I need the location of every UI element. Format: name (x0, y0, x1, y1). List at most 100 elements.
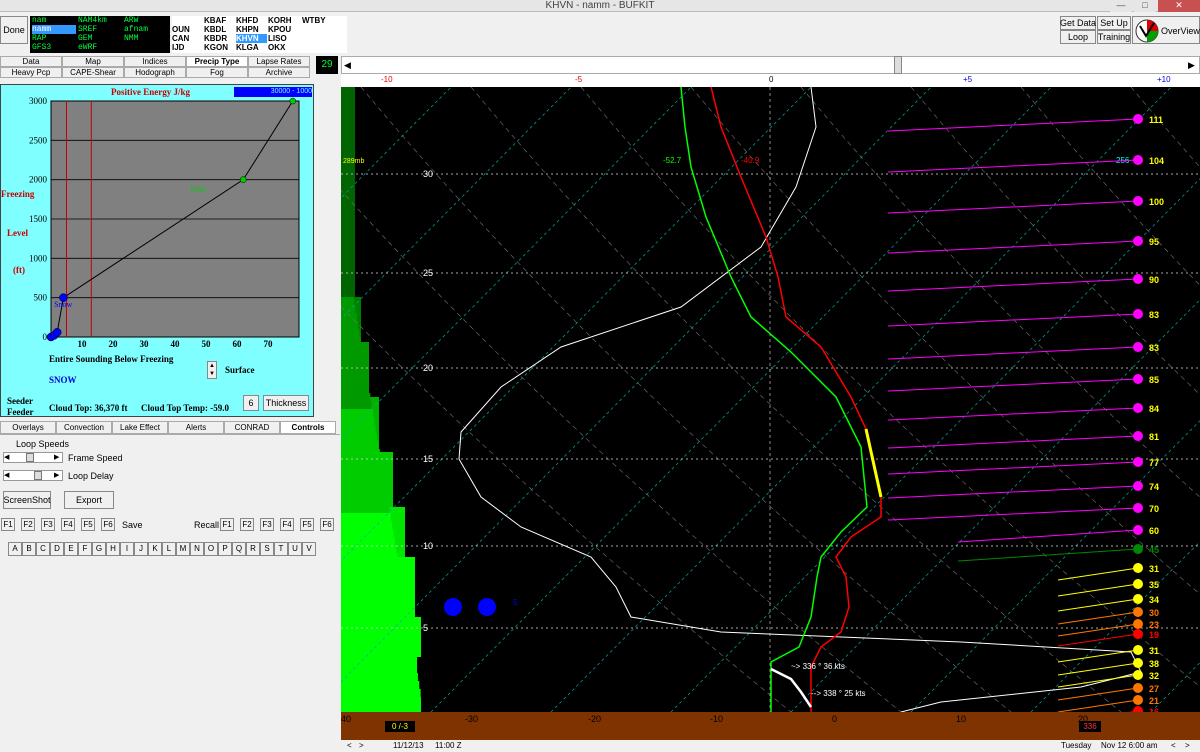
lower-tab-convection[interactable]: Convection (56, 421, 112, 434)
lower-tab-controls[interactable]: Controls (280, 421, 336, 434)
station-item[interactable]: KBDL (204, 25, 235, 34)
loop-button[interactable]: Loop (1060, 30, 1096, 44)
model-item[interactable]: GFS3 (32, 43, 76, 52)
tab-precip-type[interactable]: Precip Type (186, 56, 248, 67)
recall-f6-button[interactable]: F6 (320, 518, 334, 531)
station-item[interactable]: KPOU (268, 25, 299, 34)
letter-f-button[interactable]: F (78, 542, 92, 556)
tab-map[interactable]: Map (62, 56, 124, 67)
tab-archive[interactable]: Archive (248, 67, 310, 78)
letter-l-button[interactable]: L (162, 542, 176, 556)
slider-right-icon[interactable]: ▶ (54, 453, 59, 461)
recall-f5-button[interactable]: F5 (300, 518, 314, 531)
letter-c-button[interactable]: C (36, 542, 50, 556)
scroll-thumb[interactable] (894, 56, 902, 74)
close-button[interactable]: ✕ (1158, 0, 1200, 12)
maximize-button[interactable]: □ (1134, 0, 1156, 12)
letter-u-button[interactable]: U (288, 542, 302, 556)
frame-scrollbar[interactable]: ◀ ▶ (341, 56, 1200, 74)
station-item[interactable]: KORH (268, 16, 299, 25)
model-item[interactable]: ARW (124, 16, 168, 25)
station-item[interactable]: KHFD (236, 16, 267, 25)
frame-speed-slider[interactable]: ◀ ▶ (3, 452, 63, 463)
save-f5-button[interactable]: F5 (81, 518, 95, 531)
loop-delay-thumb[interactable] (34, 471, 42, 480)
station-item[interactable]: OUN (172, 25, 203, 34)
save-f2-button[interactable]: F2 (21, 518, 35, 531)
letter-b-button[interactable]: B (22, 542, 36, 556)
station-item[interactable]: KBAF (204, 16, 235, 25)
tab-cape-shear[interactable]: CAPE-Shear (62, 67, 124, 78)
tab-data[interactable]: Data (0, 56, 62, 67)
model-item[interactable]: NAM4km (78, 16, 122, 25)
letter-h-button[interactable]: H (106, 542, 120, 556)
recall-f4-button[interactable]: F4 (280, 518, 294, 531)
letter-p-button[interactable]: P (218, 542, 232, 556)
letter-n-button[interactable]: N (190, 542, 204, 556)
frame-speed-thumb[interactable] (26, 453, 34, 462)
station-item[interactable] (302, 43, 333, 52)
loop-delay-slider[interactable]: ◀ ▶ (3, 470, 63, 481)
training-button[interactable]: Training (1097, 30, 1131, 44)
scroll-right-icon[interactable]: ▶ (1188, 60, 1195, 71)
thickness-value[interactable]: 6 (243, 395, 259, 411)
minimize-button[interactable]: — (1110, 0, 1132, 12)
recall-f3-button[interactable]: F3 (260, 518, 274, 531)
station-item[interactable] (302, 34, 333, 43)
station-item[interactable]: KBDR (204, 34, 235, 43)
status-prev2-icon[interactable]: < (1171, 741, 1176, 750)
tab-lapse-rates[interactable]: Lapse Rates (248, 56, 310, 67)
save-f3-button[interactable]: F3 (41, 518, 55, 531)
station-item[interactable]: KGON (204, 43, 235, 52)
scroll-left-icon[interactable]: ◀ (344, 60, 351, 71)
station-item[interactable]: IJD (172, 43, 203, 52)
status-prev-icon[interactable]: < (347, 741, 352, 750)
thickness-button[interactable]: Thickness (263, 395, 309, 411)
station-item[interactable]: WTBY (302, 16, 333, 25)
status-next-icon[interactable]: > (359, 741, 364, 750)
letter-a-button[interactable]: A (8, 542, 22, 556)
station-item[interactable]: CAN (172, 34, 203, 43)
export-button[interactable]: Export (64, 491, 114, 509)
surface-spinner[interactable]: ▲ ▼ (207, 361, 217, 379)
overview-button[interactable]: OverView (1132, 16, 1200, 44)
model-item[interactable]: afnam (124, 25, 168, 34)
station-item[interactable]: LISO (268, 34, 299, 43)
save-f4-button[interactable]: F4 (61, 518, 75, 531)
model-item[interactable]: namm (32, 25, 76, 34)
lower-tab-alerts[interactable]: Alerts (168, 421, 224, 434)
letter-m-button[interactable]: M (176, 542, 190, 556)
model-item[interactable]: nam (32, 16, 76, 25)
lower-tab-overlays[interactable]: Overlays (0, 421, 56, 434)
station-item[interactable]: KHPN (236, 25, 267, 34)
slider-left-icon[interactable]: ◀ (4, 453, 9, 461)
letter-t-button[interactable]: T (274, 542, 288, 556)
done-button[interactable]: Done (0, 16, 28, 44)
letter-d-button[interactable]: D (50, 542, 64, 556)
station-item[interactable] (302, 25, 333, 34)
model-item[interactable]: NMM (124, 34, 168, 43)
get-data-button[interactable]: Get Data (1060, 16, 1096, 30)
letter-v-button[interactable]: V (302, 542, 316, 556)
station-item[interactable]: KLGA (236, 43, 267, 52)
station-item[interactable]: OKX (268, 43, 299, 52)
slider-right-icon[interactable]: ▶ (54, 471, 59, 479)
status-next2-icon[interactable]: > (1185, 741, 1190, 750)
model-item[interactable]: RAP (32, 34, 76, 43)
screenshot-button[interactable]: ScreenShot (3, 491, 51, 509)
lower-tab-conrad[interactable]: CONRAD (224, 421, 280, 434)
tab-fog[interactable]: Fog (186, 67, 248, 78)
letter-q-button[interactable]: Q (232, 542, 246, 556)
model-item[interactable]: SREF (78, 25, 122, 34)
tab-hodograph[interactable]: Hodograph (124, 67, 186, 78)
lower-tab-lake-effect[interactable]: Lake Effect (112, 421, 168, 434)
letter-j-button[interactable]: J (134, 542, 148, 556)
letter-o-button[interactable]: O (204, 542, 218, 556)
model-item[interactable]: GEM (78, 34, 122, 43)
letter-i-button[interactable]: I (120, 542, 134, 556)
letter-k-button[interactable]: K (148, 542, 162, 556)
slider-left-icon[interactable]: ◀ (4, 471, 9, 479)
model-item[interactable]: eWRF (78, 43, 122, 52)
model-item[interactable] (124, 43, 168, 52)
station-item[interactable]: KHVN (236, 34, 267, 43)
